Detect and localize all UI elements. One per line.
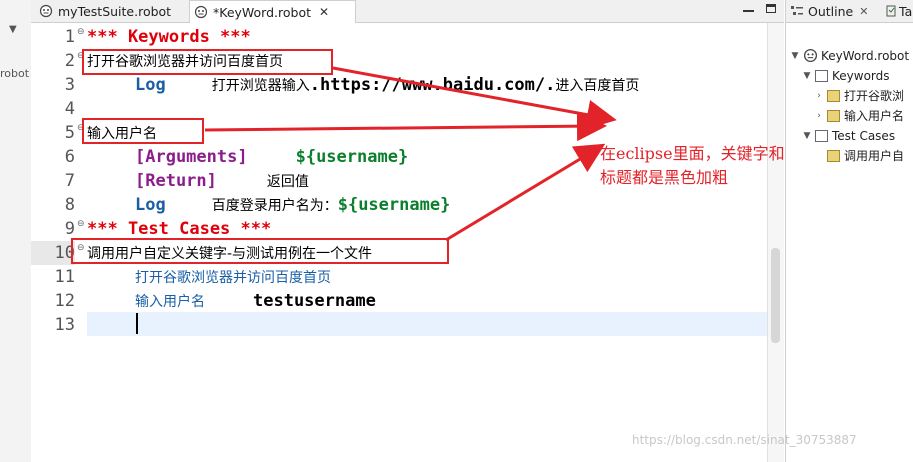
maximize-icon[interactable] — [766, 4, 776, 13]
outline-item-label: 输入用户名 — [844, 109, 905, 123]
line-number-gutter: 1 2 3 4 5 6 7 8 9 10 11 12 13 — [31, 23, 75, 462]
line-number: 2 — [64, 51, 75, 71]
outline-panel: Outline ✕ Ta ▼ KeyWord.robot ▼ Keywords … — [785, 0, 913, 462]
task-icon — [886, 5, 896, 17]
argument-text: 打开浏览器输入 — [211, 78, 310, 94]
outline-item-label: KeyWord.robot — [821, 48, 910, 63]
line-number: 4 — [64, 99, 75, 119]
tab-label: Outline — [808, 3, 854, 19]
chevron-down-icon[interactable]: ▼ — [9, 24, 17, 35]
line-number: 8 — [64, 195, 75, 215]
tab-label: *KeyWord.robot — [213, 4, 312, 20]
tab-keyword[interactable]: *KeyWord.robot ✕ — [189, 0, 356, 23]
line-number: 3 — [64, 75, 75, 95]
editor-tab-bar: myTestSuite.robot *KeyWord.robot ✕ — [31, 0, 784, 23]
outline-item-test-case[interactable]: 调用用户自 — [827, 146, 904, 165]
outline-item-keyword[interactable]: › 打开谷歌浏 — [814, 86, 904, 105]
tab-outline[interactable]: Outline ✕ — [790, 0, 868, 22]
fold-icon[interactable]: ⊖ — [77, 27, 85, 37]
outline-item-file[interactable]: ▼ KeyWord.robot — [790, 46, 910, 65]
tab-label: myTestSuite.robot — [58, 3, 172, 19]
line-number: 5 — [64, 123, 75, 143]
line-number: 12 — [54, 291, 75, 311]
line-number: 1 — [64, 27, 75, 47]
argument-text: 百度登录用户名为： — [211, 198, 338, 214]
outline-item-label: Test Cases — [832, 128, 896, 143]
left-panel-label: robot — [0, 67, 30, 80]
minimize-icon[interactable] — [743, 10, 754, 12]
close-icon[interactable]: ✕ — [859, 5, 868, 18]
line-number: 6 — [64, 147, 75, 167]
argument-url: .https://www.baidu.com/. — [309, 75, 556, 95]
user-keyword-call: 打开谷歌浏览器并访问百度首页 — [135, 270, 331, 286]
robot-file-icon — [803, 48, 818, 63]
table-icon — [815, 129, 828, 142]
chevron-down-icon[interactable]: ▼ — [802, 71, 812, 81]
left-panel: ▼ robot — [0, 0, 32, 462]
section-header: *** Test Cases *** — [87, 219, 272, 239]
annotation-box — [82, 49, 333, 75]
chevron-down-icon[interactable]: ▼ — [790, 51, 800, 61]
tab-mytestsuite[interactable]: myTestSuite.robot — [35, 0, 185, 22]
table-icon — [815, 69, 828, 82]
keyword-icon — [827, 89, 840, 102]
outline-item-label: 调用用户自 — [844, 149, 905, 163]
line-number: 13 — [54, 315, 75, 335]
tab-tasks[interactable]: Ta — [886, 0, 912, 22]
fold-icon[interactable]: ⊖ — [77, 219, 85, 229]
tab-label: Ta — [899, 3, 913, 19]
setting-keyword: [Arguments] — [135, 147, 248, 167]
close-icon[interactable]: ✕ — [319, 5, 329, 19]
current-line-highlight — [87, 312, 782, 336]
line-number: 11 — [54, 267, 75, 287]
builtin-keyword: Log — [135, 75, 166, 95]
outline-item-keywords[interactable]: ▼ Keywords — [802, 66, 890, 85]
watermark: https://blog.csdn.net/sinat_30753887 — [632, 433, 857, 447]
setting-keyword: [Return] — [135, 171, 217, 191]
code-line: *** Keywords *** — [87, 25, 767, 49]
annotation-text: 标题都是黑色加粗 — [600, 168, 729, 187]
test-case-icon — [827, 149, 840, 162]
outline-icon — [791, 6, 803, 15]
chevron-right-icon[interactable]: › — [814, 91, 824, 101]
code-line: 打开谷歌浏览器并访问百度首页 — [87, 265, 767, 289]
line-number: 9 — [64, 219, 75, 239]
annotation-box — [71, 238, 449, 264]
code-line: Log 打开浏览器输入.https://www.baidu.com/.进入百度首页 — [87, 73, 767, 97]
line-number: 10 — [31, 241, 75, 265]
code-line: 输入用户名 testusername — [87, 289, 767, 313]
code-line: Log 百度登录用户名为：${username} — [87, 193, 767, 217]
scrollbar-thumb[interactable] — [771, 248, 780, 343]
robot-file-icon — [194, 5, 208, 19]
outline-item-test-cases[interactable]: ▼ Test Cases — [802, 126, 896, 145]
outline-item-label: 打开谷歌浏 — [844, 89, 905, 103]
variable: ${username} — [337, 195, 451, 215]
argument-value: testusername — [253, 291, 376, 311]
outline-tab-bar: Outline ✕ Ta — [786, 0, 913, 23]
variable: ${username} — [295, 147, 409, 167]
chevron-right-icon[interactable]: › — [814, 111, 824, 121]
annotation-box — [82, 118, 204, 144]
section-header: *** Keywords *** — [87, 27, 251, 47]
text-cursor — [136, 313, 138, 334]
chevron-down-icon[interactable]: ▼ — [802, 131, 812, 141]
outline-item-keyword[interactable]: › 输入用户名 — [814, 106, 904, 125]
robot-file-icon — [39, 4, 53, 18]
line-number: 7 — [64, 171, 75, 191]
builtin-keyword: Log — [135, 195, 166, 215]
keyword-icon — [827, 109, 840, 122]
user-keyword-call: 输入用户名 — [135, 294, 205, 310]
argument-text: 进入百度首页 — [555, 78, 640, 94]
vertical-scrollbar[interactable] — [767, 23, 784, 462]
argument-text: 返回值 — [266, 174, 309, 190]
outline-item-label: Keywords — [832, 68, 890, 83]
